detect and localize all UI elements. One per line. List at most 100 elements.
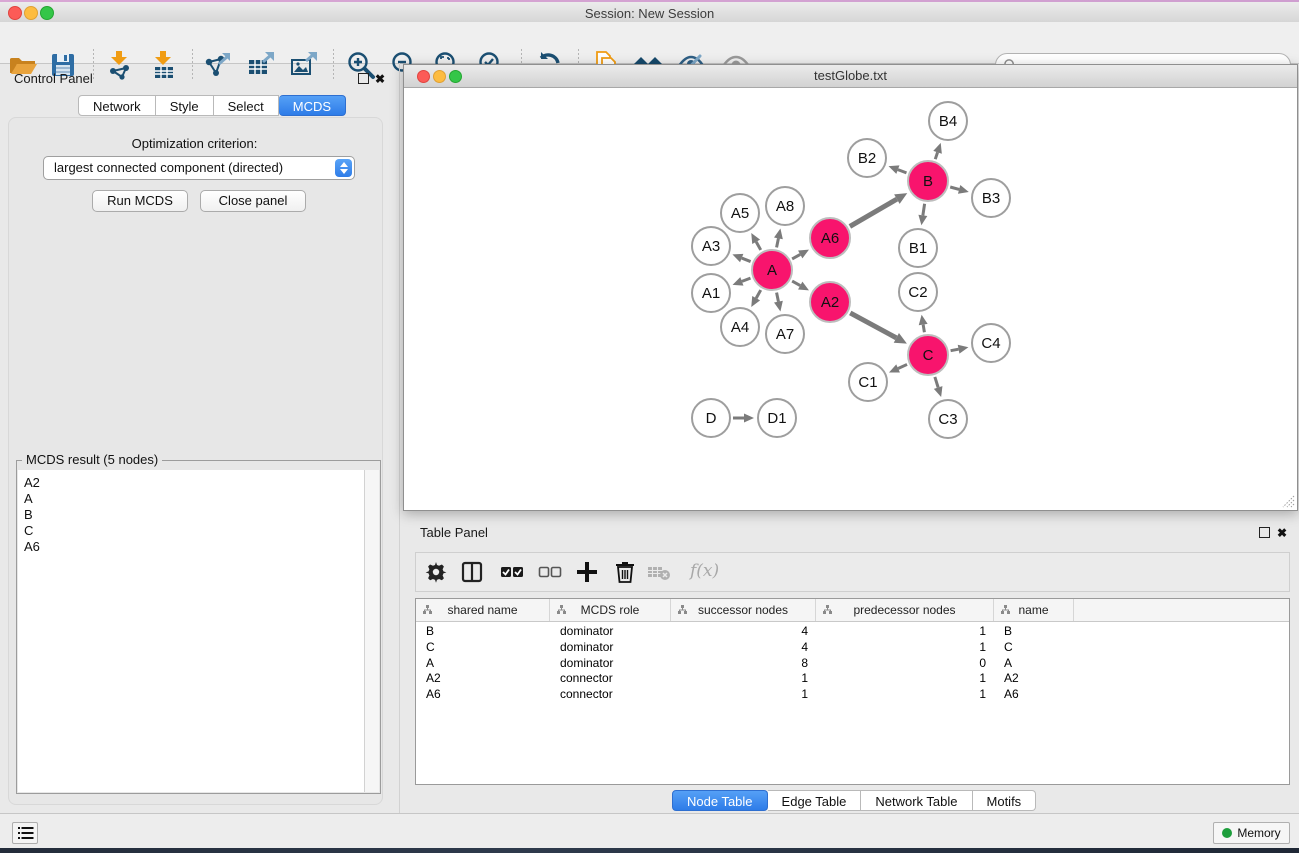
graph-node-A1[interactable]: A1	[692, 274, 730, 312]
mcds-result-item[interactable]: B	[24, 507, 364, 523]
cell-shared-name[interactable]: B	[416, 623, 550, 639]
cell-shared-name[interactable]: A6	[416, 686, 550, 702]
tab-edge-table[interactable]: Edge Table	[768, 790, 862, 811]
table-panel-float-button[interactable]	[1259, 527, 1270, 538]
column-header-name[interactable]: name	[994, 599, 1074, 621]
network-canvas[interactable]: B4B2BB3A8A5A6A3B1AA1C2A2A4A7C4CC1C3DD1	[404, 87, 1297, 510]
graph-edge-B-B1[interactable]	[918, 204, 927, 226]
graph-edge-B-B4[interactable]	[933, 143, 942, 159]
table-row[interactable]: A6connector11A6	[416, 686, 1289, 702]
graph-node-A7[interactable]: A7	[766, 315, 804, 353]
cell-mcds-role[interactable]: dominator	[550, 639, 671, 655]
network-window-titlebar[interactable]: testGlobe.txt	[404, 65, 1297, 88]
app-titlebar[interactable]: Session: New Session	[0, 2, 1299, 23]
memory-button[interactable]: Memory	[1213, 822, 1290, 844]
graph-edge-D-D1[interactable]	[733, 414, 754, 423]
cell-predecessor-nodes[interactable]: 0	[816, 655, 994, 671]
graph-edge-A-A1[interactable]	[733, 277, 751, 285]
column-header-predecessor-nodes[interactable]: predecessor nodes	[816, 599, 994, 621]
graph-edge-C-C2[interactable]	[919, 315, 928, 333]
graph-node-B3[interactable]: B3	[972, 179, 1010, 217]
graph-node-A5[interactable]: A5	[721, 194, 759, 232]
tab-network-table[interactable]: Network Table	[861, 790, 972, 811]
graph-edge-A2-C[interactable]	[850, 313, 907, 344]
graph-edge-B-B2[interactable]	[889, 165, 907, 173]
graph-node-C[interactable]: C	[908, 335, 948, 375]
cell-successor-nodes[interactable]: 8	[671, 655, 816, 671]
column-header-shared-name[interactable]: shared name	[416, 599, 550, 621]
graph-node-B4[interactable]: B4	[929, 102, 967, 140]
select-all-icon[interactable]	[500, 560, 524, 584]
columns-icon[interactable]	[460, 560, 484, 584]
graph-edge-A-A7[interactable]	[774, 293, 783, 312]
table-row[interactable]: Bdominator41B	[416, 623, 1289, 639]
graph-node-A6[interactable]: A6	[810, 218, 850, 258]
graph-node-C3[interactable]: C3	[929, 400, 967, 438]
graph-edge-A-A3[interactable]	[732, 254, 750, 262]
delete-icon[interactable]	[613, 560, 637, 584]
graph-edge-C-C4[interactable]	[951, 345, 969, 354]
import-table-icon[interactable]	[149, 50, 179, 80]
graph-node-A2[interactable]: A2	[810, 282, 850, 322]
cell-shared-name[interactable]: A	[416, 655, 550, 671]
graph-node-D1[interactable]: D1	[758, 399, 796, 437]
cell-successor-nodes[interactable]: 1	[671, 670, 816, 686]
tab-motifs[interactable]: Motifs	[973, 790, 1037, 811]
mcds-result-list[interactable]: A2ABCA6	[18, 470, 364, 792]
cell-mcds-role[interactable]: connector	[550, 686, 671, 702]
cell-name[interactable]: A2	[994, 670, 1074, 686]
tab-node-table[interactable]: Node Table	[672, 790, 768, 811]
graph-node-A[interactable]: A	[752, 250, 792, 290]
column-header-mcds-role[interactable]: MCDS role	[550, 599, 671, 621]
graph-edge-A-A6[interactable]	[792, 250, 809, 259]
control-panel-close-button[interactable]: ✖	[375, 73, 385, 85]
optimization-criterion-select[interactable]: largest connected component (directed)	[43, 156, 355, 180]
close-panel-button[interactable]: Close panel	[200, 190, 306, 212]
graph-node-B2[interactable]: B2	[848, 139, 886, 177]
resize-grip-icon[interactable]	[1282, 495, 1295, 508]
cell-mcds-role[interactable]: connector	[550, 670, 671, 686]
import-network-icon[interactable]	[105, 50, 135, 80]
deselect-all-icon[interactable]	[538, 560, 562, 584]
tab-network[interactable]: Network	[78, 95, 156, 116]
graph-edge-A-A2[interactable]	[792, 281, 809, 290]
export-image-icon[interactable]	[289, 50, 319, 80]
cell-mcds-role[interactable]: dominator	[550, 655, 671, 671]
cell-shared-name[interactable]: A2	[416, 670, 550, 686]
table-row[interactable]: Cdominator41C	[416, 639, 1289, 655]
graph-edge-C-C3[interactable]	[934, 377, 943, 397]
cell-name[interactable]: C	[994, 639, 1074, 655]
mcds-result-item[interactable]: A2	[24, 475, 364, 491]
cell-name[interactable]: A	[994, 655, 1074, 671]
function-builder-icon[interactable]: f(x)	[690, 561, 719, 581]
cell-predecessor-nodes[interactable]: 1	[816, 639, 994, 655]
cell-name[interactable]: B	[994, 623, 1074, 639]
column-header-successor-nodes[interactable]: successor nodes	[671, 599, 816, 621]
gear-icon[interactable]	[424, 560, 448, 584]
graph-node-C4[interactable]: C4	[972, 324, 1010, 362]
table-row[interactable]: A2connector11A2	[416, 670, 1289, 686]
graph-edge-A6-B[interactable]	[850, 193, 907, 226]
graph-edge-A-A5[interactable]	[751, 233, 760, 250]
tab-select[interactable]: Select	[214, 95, 279, 116]
cell-predecessor-nodes[interactable]: 1	[816, 670, 994, 686]
graph-node-C2[interactable]: C2	[899, 273, 937, 311]
cell-name[interactable]: A6	[994, 686, 1074, 702]
delete-table-icon[interactable]	[647, 560, 671, 584]
graph-node-B[interactable]: B	[908, 161, 948, 201]
graph-edge-B-B3[interactable]	[950, 185, 969, 194]
task-history-button[interactable]	[12, 822, 38, 844]
cell-predecessor-nodes[interactable]: 1	[816, 623, 994, 639]
graph-node-A8[interactable]: A8	[766, 187, 804, 225]
graph-node-A3[interactable]: A3	[692, 227, 730, 265]
panel-splitter[interactable]	[399, 63, 400, 813]
cell-successor-nodes[interactable]: 4	[671, 639, 816, 655]
mcds-result-item[interactable]: A	[24, 491, 364, 507]
run-mcds-button[interactable]: Run MCDS	[92, 190, 188, 212]
table-panel-close-button[interactable]: ✖	[1277, 527, 1287, 539]
tab-mcds[interactable]: MCDS	[279, 95, 346, 116]
mcds-result-item[interactable]: C	[24, 523, 364, 539]
graph-edge-A-A4[interactable]	[751, 290, 760, 307]
cell-shared-name[interactable]: C	[416, 639, 550, 655]
cell-predecessor-nodes[interactable]: 1	[816, 686, 994, 702]
